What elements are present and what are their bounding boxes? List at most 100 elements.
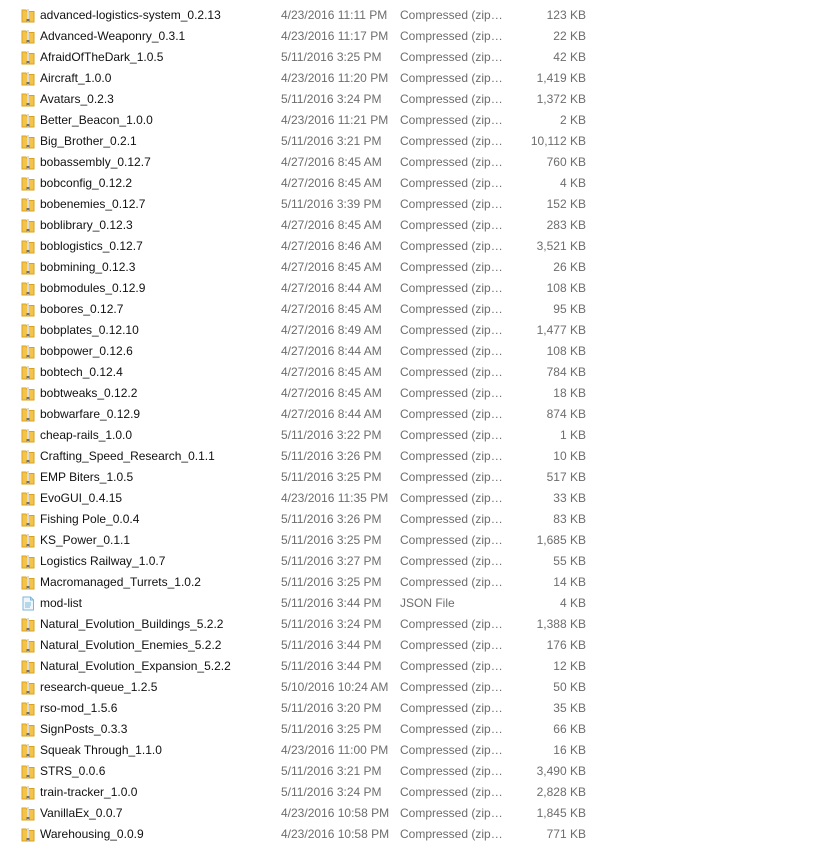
file-size: 1,685 KB — [536, 533, 586, 547]
file-size: 12 KB — [553, 659, 586, 673]
zip-folder-icon — [21, 722, 35, 737]
file-name: Natural_Evolution_Enemies_5.2.2 — [40, 638, 222, 652]
zip-folder-icon — [21, 218, 35, 233]
file-size: 1,372 KB — [536, 92, 586, 106]
file-row[interactable]: EMP Biters_1.0.5 5/11/2016 3:25 PM Compres… — [0, 467, 815, 488]
file-type: Compressed (zipp... — [400, 344, 505, 358]
file-row[interactable]: bobassembly_0.12.7 4/27/2016 8:45 AM Compr… — [0, 152, 815, 173]
file-type: Compressed (zipp... — [400, 554, 505, 568]
file-row[interactable]: Natural_Evolution_Buildings_5.2.2 5/11/20… — [0, 614, 815, 635]
zip-folder-icon — [21, 323, 35, 338]
file-type: Compressed (zipp... — [400, 470, 505, 484]
zip-folder-icon — [21, 302, 35, 317]
file-date-modified: 4/27/2016 8:45 AM — [281, 176, 382, 190]
file-date-modified: 5/11/2016 3:25 PM — [281, 470, 382, 484]
file-type: Compressed (zipp... — [400, 176, 505, 190]
file-size: 83 KB — [553, 512, 586, 526]
file-name: bobtweaks_0.12.2 — [40, 386, 138, 400]
file-row[interactable]: Crafting_Speed_Research_0.1.1 5/11/2016 3… — [0, 446, 815, 467]
zip-folder-icon — [21, 512, 35, 527]
file-row[interactable]: Big_Brother_0.2.1 5/11/2016 3:21 PM Compre… — [0, 131, 815, 152]
file-date-modified: 4/23/2016 11:21 PM — [281, 113, 389, 127]
zip-folder-icon — [21, 134, 35, 149]
file-type: Compressed (zipp... — [400, 533, 505, 547]
file-row[interactable]: boblogistics_0.12.7 4/27/2016 8:46 AM Comp… — [0, 236, 815, 257]
zip-folder-icon — [21, 575, 35, 590]
file-row[interactable]: bobores_0.12.7 4/27/2016 8:45 AM Compresse… — [0, 299, 815, 320]
file-row[interactable]: STRS_0.0.6 5/11/2016 3:21 PM Compressed (z… — [0, 761, 815, 782]
file-row[interactable]: Aircraft_1.0.0 4/23/2016 11:20 PM Compress… — [0, 68, 815, 89]
file-size: 50 KB — [553, 680, 586, 694]
zip-folder-icon — [21, 428, 35, 443]
file-size: 4 KB — [559, 596, 586, 610]
file-name: Aircraft_1.0.0 — [40, 71, 112, 85]
file-row[interactable]: Fishing Pole_0.0.4 5/11/2016 3:26 PM Compr… — [0, 509, 815, 530]
file-row[interactable]: bobtech_0.12.4 4/27/2016 8:45 AM Compresse… — [0, 362, 815, 383]
file-row[interactable]: research-queue_1.2.5 5/10/2016 10:24 AM Co… — [0, 677, 815, 698]
file-row[interactable]: Avatars_0.2.3 5/11/2016 3:24 PM Compressed… — [0, 89, 815, 110]
file-name: bobmodules_0.12.9 — [40, 281, 146, 295]
file-row[interactable]: Macromanaged_Turrets_1.0.2 5/11/2016 3:25… — [0, 572, 815, 593]
file-size: 283 KB — [546, 218, 586, 232]
file-row[interactable]: bobtweaks_0.12.2 4/27/2016 8:45 AM Compres… — [0, 383, 815, 404]
zip-folder-icon — [21, 344, 35, 359]
file-row[interactable]: bobwarfare_0.12.9 4/27/2016 8:44 AM Compre… — [0, 404, 815, 425]
file-size: 517 KB — [546, 470, 586, 484]
file-row[interactable]: bobmodules_0.12.9 4/27/2016 8:44 AM Compre… — [0, 278, 815, 299]
file-row[interactable]: KS_Power_0.1.1 5/11/2016 3:25 PM Compresse… — [0, 530, 815, 551]
zip-folder-icon — [21, 764, 35, 779]
zip-folder-icon — [21, 176, 35, 191]
file-size: 2,828 KB — [536, 785, 586, 799]
file-name: SignPosts_0.3.3 — [40, 722, 128, 736]
file-row[interactable]: Squeak Through_1.1.0 4/23/2016 11:00 PM Co… — [0, 740, 815, 761]
file-row[interactable]: Logistics Railway_1.0.7 5/11/2016 3:27 PM… — [0, 551, 815, 572]
file-row[interactable]: bobconfig_0.12.2 4/27/2016 8:45 AM Compres… — [0, 173, 815, 194]
zip-folder-icon — [21, 386, 35, 401]
file-size: 874 KB — [546, 407, 586, 421]
file-size: 771 KB — [546, 827, 586, 841]
file-date-modified: 4/23/2016 11:20 PM — [281, 71, 389, 85]
file-row[interactable]: AfraidOfTheDark_1.0.5 5/11/2016 3:25 PM Co… — [0, 47, 815, 68]
file-size: 108 KB — [546, 281, 586, 295]
file-type: Compressed (zipp... — [400, 281, 505, 295]
file-row[interactable]: Advanced-Weaponry_0.3.1 4/23/2016 11:17 P… — [0, 26, 815, 47]
zip-folder-icon — [21, 8, 35, 23]
file-type: Compressed (zipp... — [400, 218, 505, 232]
file-row[interactable]: mod-list 5/11/2016 3:44 PM JSON File 4 KB — [0, 593, 815, 614]
file-name: research-queue_1.2.5 — [40, 680, 158, 694]
zip-folder-icon — [21, 71, 35, 86]
file-row[interactable]: bobmining_0.12.3 4/27/2016 8:45 AM Compres… — [0, 257, 815, 278]
file-row[interactable]: SignPosts_0.3.3 5/11/2016 3:25 PM Compress… — [0, 719, 815, 740]
zip-folder-icon — [21, 50, 35, 65]
file-type: Compressed (zipp... — [400, 302, 505, 316]
zip-folder-icon — [21, 197, 35, 212]
file-type: Compressed (zipp... — [400, 785, 505, 799]
file-type: Compressed (zipp... — [400, 449, 505, 463]
zip-folder-icon — [21, 701, 35, 716]
file-date-modified: 4/27/2016 8:45 AM — [281, 155, 382, 169]
file-date-modified: 4/23/2016 11:11 PM — [281, 8, 388, 22]
file-size: 10,112 KB — [530, 134, 586, 148]
file-row[interactable]: Better_Beacon_1.0.0 4/23/2016 11:21 PM Com… — [0, 110, 815, 131]
file-name: boblibrary_0.12.3 — [40, 218, 133, 232]
file-row[interactable]: bobplates_0.12.10 4/27/2016 8:49 AM Compre… — [0, 320, 815, 341]
file-row[interactable]: VanillaEx_0.0.7 4/23/2016 10:58 PM Compres… — [0, 803, 815, 824]
file-row[interactable]: bobpower_0.12.6 4/27/2016 8:44 AM Compress… — [0, 341, 815, 362]
file-row[interactable]: cheap-rails_1.0.0 5/11/2016 3:22 PM Compre… — [0, 425, 815, 446]
file-row[interactable]: bobenemies_0.12.7 5/11/2016 3:39 PM Compre… — [0, 194, 815, 215]
file-row[interactable]: Natural_Evolution_Expansion_5.2.2 5/11/20… — [0, 656, 815, 677]
file-type: Compressed (zipp... — [400, 8, 505, 22]
file-row[interactable]: Natural_Evolution_Enemies_5.2.2 5/11/2016… — [0, 635, 815, 656]
zip-folder-icon — [21, 92, 35, 107]
zip-folder-icon — [21, 239, 35, 254]
file-size: 14 KB — [553, 575, 586, 589]
file-size: 66 KB — [553, 722, 586, 736]
file-type: Compressed (zipp... — [400, 659, 505, 673]
file-row[interactable]: Warehousing_0.0.9 4/23/2016 10:58 PM Compr… — [0, 824, 815, 845]
file-row[interactable]: boblibrary_0.12.3 4/27/2016 8:45 AM Compre… — [0, 215, 815, 236]
file-row[interactable]: advanced-logistics-system_0.2.13 4/23/201… — [0, 5, 815, 26]
file-row[interactable]: train-tracker_1.0.0 5/11/2016 3:24 PM Comp… — [0, 782, 815, 803]
file-row[interactable]: EvoGUI_0.4.15 4/23/2016 11:35 PM Compresse… — [0, 488, 815, 509]
file-row[interactable]: rso-mod_1.5.6 5/11/2016 3:20 PM Compressed… — [0, 698, 815, 719]
file-size: 18 KB — [553, 386, 586, 400]
